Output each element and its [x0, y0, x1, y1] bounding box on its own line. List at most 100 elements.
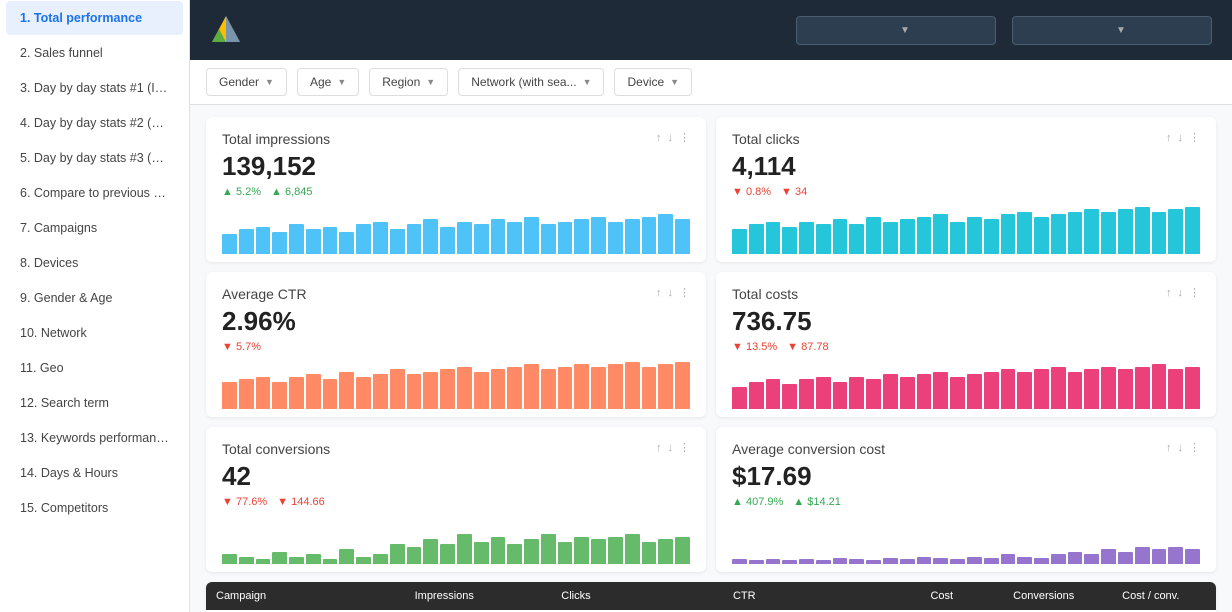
metric-badge-2: 6,845 [271, 186, 312, 198]
metric-badge-2: 87.78 [787, 341, 828, 353]
table-header-impressions[interactable]: Impressions [405, 582, 552, 610]
metric-badge-1: 13.5% [732, 341, 777, 353]
campaigns-table-section: CampaignImpressionsClicksCTRCostConversi… [206, 582, 1216, 612]
sidebar-item-15[interactable]: 15. Competitors [6, 491, 183, 525]
metric-badge-1: 5.7% [222, 341, 261, 353]
filter-arrow-icon: ▼ [265, 77, 274, 87]
metric-more-icon[interactable]: ⋮ [679, 441, 690, 454]
filter-region[interactable]: Region▼ [369, 68, 448, 96]
sidebar-item-1[interactable]: 1. Total performance [6, 1, 183, 35]
metric-card-impressions: Total impressions ↑ ↓ ⋮ 139,152 5.2% 6,84… [206, 117, 706, 262]
filter-arrow-icon: ▼ [583, 77, 592, 87]
metric-title-conversions: Total conversions [222, 441, 330, 457]
sidebar: 1. Total performance2. Sales funnel3. Da… [0, 0, 190, 612]
metric-more-icon[interactable]: ⋮ [679, 286, 690, 299]
table-header-campaign[interactable]: Campaign [206, 582, 405, 610]
metric-sort-up-icon[interactable]: ↑ [1166, 442, 1172, 454]
filter-device[interactable]: Device▼ [614, 68, 692, 96]
metric-title-costs: Total costs [732, 286, 798, 302]
metric-sort-up-icon[interactable]: ↑ [1166, 132, 1172, 144]
sidebar-item-3[interactable]: 3. Day by day stats #1 (Impre... [6, 71, 183, 105]
campaigns-table: CampaignImpressionsClicksCTRCostConversi… [206, 582, 1216, 612]
metric-badge-1: 77.6% [222, 496, 267, 508]
metric-value-clicks: 4,114 [732, 151, 1200, 182]
google-ads-logo-icon [210, 14, 242, 46]
table-header-clicks[interactable]: Clicks [551, 582, 723, 610]
sidebar-item-2[interactable]: 2. Sales funnel [6, 36, 183, 70]
filter-bar: Gender▼ Age▼ Region▼ Network (with sea...▼ D… [190, 60, 1232, 105]
metric-value-impressions: 139,152 [222, 151, 690, 182]
sidebar-item-7[interactable]: 7. Campaigns [6, 211, 183, 245]
sidebar-item-8[interactable]: 8. Devices [6, 246, 183, 280]
metric-badge-2: 34 [781, 186, 807, 198]
sidebar-item-4[interactable]: 4. Day by day stats #2 (Conv... [6, 106, 183, 140]
table-header-cost[interactable]: Cost [920, 582, 1003, 610]
sidebar-item-6[interactable]: 6. Compare to previous peri... [6, 176, 183, 210]
metric-chart-clicks [732, 204, 1200, 254]
sidebar-item-10[interactable]: 10. Network [6, 316, 183, 350]
metric-title-conv_cost: Average conversion cost [732, 441, 885, 457]
sidebar-collapse-button[interactable] [0, 592, 189, 612]
metric-card-costs: Total costs ↑ ↓ ⋮ 736.75 13.5% 87.78 [716, 272, 1216, 417]
metric-card-ctr: Average CTR ↑ ↓ ⋮ 2.96% 5.7% [206, 272, 706, 417]
metric-sort-down-icon[interactable]: ↓ [1178, 132, 1184, 144]
metric-chart-costs [732, 359, 1200, 409]
metric-sort-down-icon[interactable]: ↓ [668, 287, 674, 299]
metric-chart-conversions [222, 514, 690, 564]
metric-sort-down-icon[interactable]: ↓ [1178, 442, 1184, 454]
metric-more-icon[interactable]: ⋮ [679, 131, 690, 144]
metric-more-icon[interactable]: ⋮ [1189, 131, 1200, 144]
metric-more-icon[interactable]: ⋮ [1189, 286, 1200, 299]
metric-title-impressions: Total impressions [222, 131, 330, 147]
filter-age[interactable]: Age▼ [297, 68, 359, 96]
content-area: Total impressions ↑ ↓ ⋮ 139,152 5.2% 6,84… [190, 105, 1232, 612]
metric-chart-conv_cost [732, 514, 1200, 564]
metric-sort-down-icon[interactable]: ↓ [668, 442, 674, 454]
metric-more-icon[interactable]: ⋮ [1189, 441, 1200, 454]
metric-sort-up-icon[interactable]: ↑ [656, 132, 662, 144]
metric-value-conv_cost: $17.69 [732, 461, 1200, 492]
metric-value-ctr: 2.96% [222, 306, 690, 337]
metric-chart-impressions [222, 204, 690, 254]
table-header-cost-/-conv.[interactable]: Cost / conv. [1112, 582, 1216, 610]
metric-sort-down-icon[interactable]: ↓ [1178, 287, 1184, 299]
sidebar-item-12[interactable]: 12. Search term [6, 386, 183, 420]
sidebar-item-9[interactable]: 9. Gender & Age [6, 281, 183, 315]
filter-network-(with-sea...[interactable]: Network (with sea...▼ [458, 68, 604, 96]
metric-sort-up-icon[interactable]: ↑ [656, 442, 662, 454]
filter-arrow-icon: ▼ [337, 77, 346, 87]
metric-badge-2: $14.21 [793, 496, 841, 508]
metric-value-conversions: 42 [222, 461, 690, 492]
campaign-dropdown-arrow-icon: ▼ [900, 25, 981, 36]
metric-title-ctr: Average CTR [222, 286, 307, 302]
main-content: ▼ ▼ Gender▼ Age▼ Region▼ Network (with sea.… [190, 0, 1232, 612]
metric-sort-up-icon[interactable]: ↑ [1166, 287, 1172, 299]
date-range-dropdown[interactable]: ▼ [1012, 16, 1212, 45]
filter-arrow-icon: ▼ [426, 77, 435, 87]
campaign-dropdown[interactable]: ▼ [796, 16, 996, 45]
metric-badge-2: 144.66 [277, 496, 325, 508]
metric-sort-down-icon[interactable]: ↓ [668, 132, 674, 144]
metric-title-clicks: Total clicks [732, 131, 800, 147]
sidebar-item-11[interactable]: 11. Geo [6, 351, 183, 385]
metric-badge-1: 0.8% [732, 186, 771, 198]
metrics-grid: Total impressions ↑ ↓ ⋮ 139,152 5.2% 6,84… [206, 117, 1216, 572]
sidebar-item-14[interactable]: 14. Days & Hours [6, 456, 183, 490]
sidebar-item-13[interactable]: 13. Keywords performance [6, 421, 183, 455]
metric-card-conv_cost: Average conversion cost ↑ ↓ ⋮ $17.69 407… [716, 427, 1216, 572]
metric-card-conversions: Total conversions ↑ ↓ ⋮ 42 77.6% 144.66 [206, 427, 706, 572]
filter-gender[interactable]: Gender▼ [206, 68, 287, 96]
metric-badge-1: 407.9% [732, 496, 783, 508]
metric-value-costs: 736.75 [732, 306, 1200, 337]
header: ▼ ▼ [190, 0, 1232, 60]
table-header-conversions[interactable]: Conversions [1003, 582, 1112, 610]
sidebar-item-5[interactable]: 5. Day by day stats #3 (Trend) [6, 141, 183, 175]
filter-arrow-icon: ▼ [670, 77, 679, 87]
table-header-ctr[interactable]: CTR [723, 582, 921, 610]
date-range-arrow-icon: ▼ [1116, 25, 1197, 36]
metric-sort-up-icon[interactable]: ↑ [656, 287, 662, 299]
metric-chart-ctr [222, 359, 690, 409]
metric-card-clicks: Total clicks ↑ ↓ ⋮ 4,114 0.8% 34 [716, 117, 1216, 262]
logo [210, 14, 242, 46]
metric-badge-1: 5.2% [222, 186, 261, 198]
